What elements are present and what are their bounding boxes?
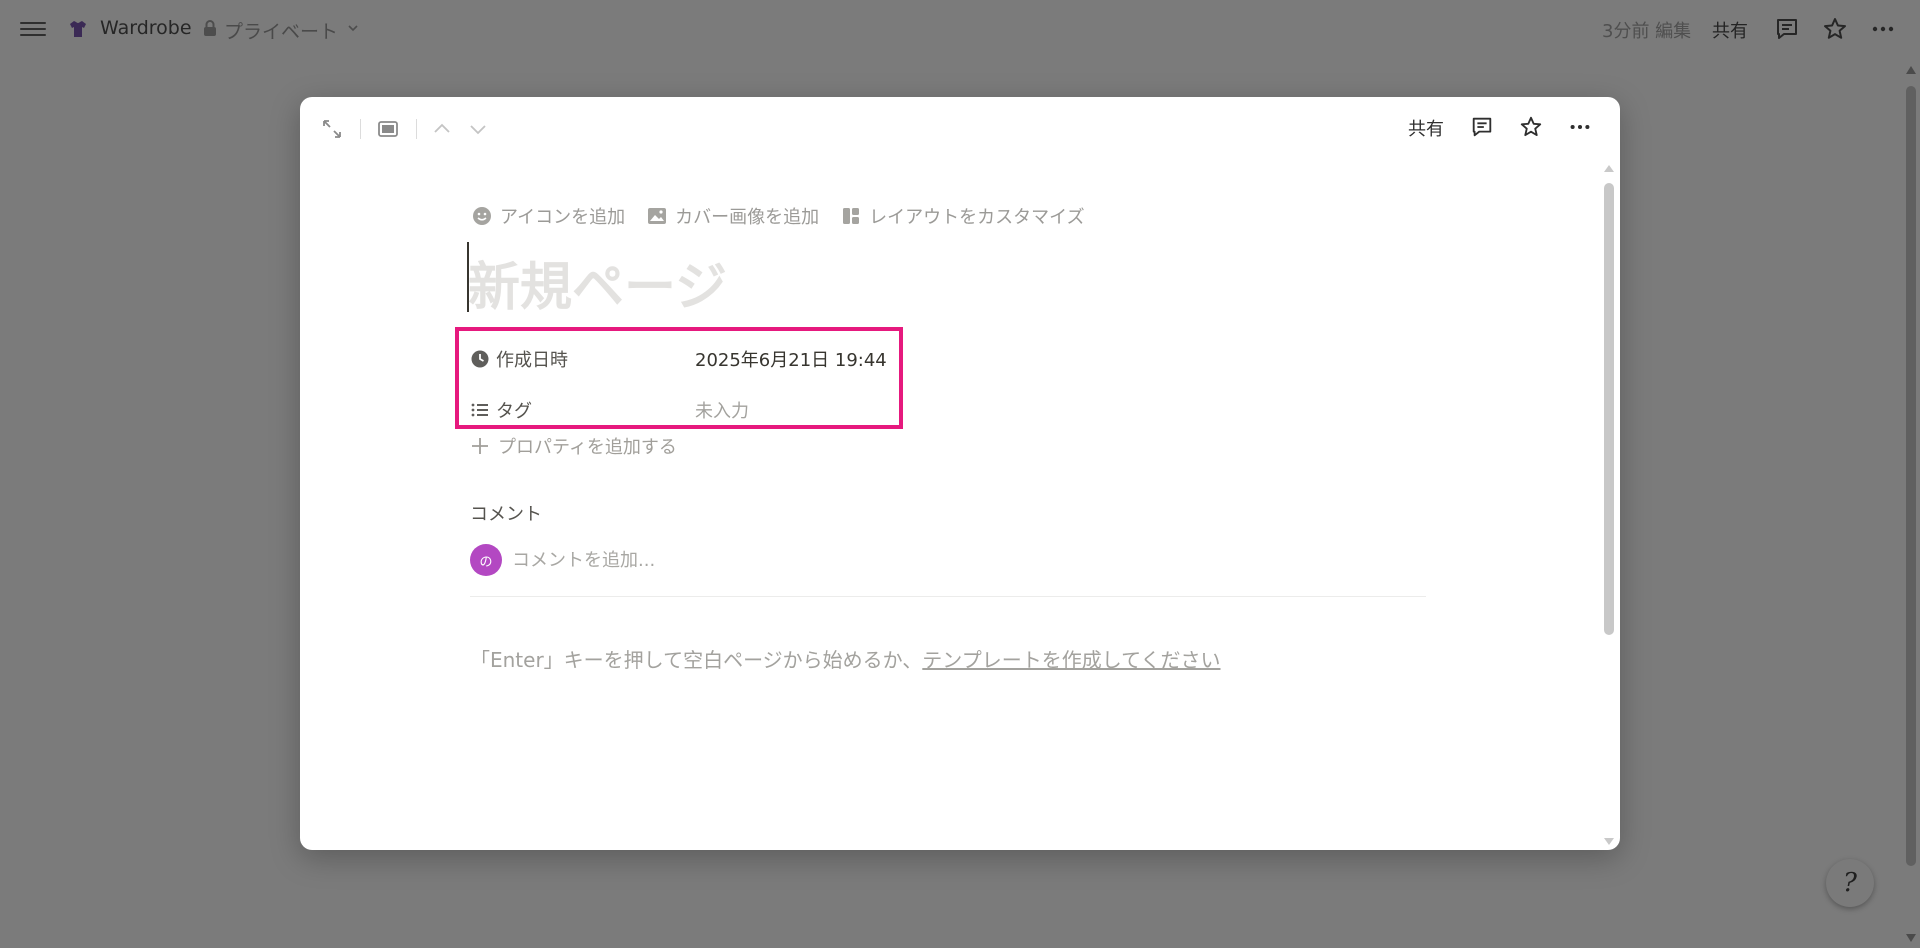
page-peek-modal: 共有 アイコンを追加 カバー画像を追加 レイアウトをカスタマイズ 新規ページ 作… xyxy=(300,97,1620,850)
property-value-empty[interactable]: 未入力 xyxy=(695,397,749,423)
smiley-icon xyxy=(473,207,491,225)
scroll-down-arrow[interactable] xyxy=(1906,934,1916,942)
comment-icon[interactable] xyxy=(1470,115,1494,139)
clock-icon xyxy=(471,350,489,368)
comment-icon[interactable] xyxy=(1774,16,1800,42)
image-icon xyxy=(648,208,667,224)
property-row-created-time[interactable]: 作成日時 2025年6月21日 19:44 xyxy=(470,341,887,377)
property-row-tags[interactable]: タグ 未入力 xyxy=(470,392,749,428)
avatar: の xyxy=(470,544,502,576)
property-label-text: 作成日時 xyxy=(496,350,568,371)
chevron-down-icon[interactable] xyxy=(466,117,490,141)
modal-scrollbar[interactable] xyxy=(1600,163,1618,847)
add-cover-label: カバー画像を追加 xyxy=(675,207,820,228)
add-property-button[interactable]: プロパティを追加する xyxy=(470,433,677,459)
list-icon xyxy=(471,403,488,417)
peek-mode-icon[interactable] xyxy=(376,117,400,141)
property-value[interactable]: 2025年6月21日 19:44 xyxy=(695,346,887,372)
expand-icon[interactable] xyxy=(320,117,344,141)
privacy-label[interactable]: プライベート xyxy=(224,17,338,44)
lock-icon xyxy=(204,20,216,36)
comment-composer: の xyxy=(470,544,1112,576)
customize-layout-button[interactable]: レイアウトをカスタマイズ xyxy=(841,203,1085,229)
menu-icon[interactable] xyxy=(20,18,46,40)
create-template-link[interactable]: テンプレートを作成してください xyxy=(922,648,1220,672)
tshirt-icon xyxy=(70,21,86,37)
scrollbar-thumb[interactable] xyxy=(1906,86,1916,866)
comment-input[interactable] xyxy=(512,549,1112,571)
comments-heading: コメント xyxy=(470,504,542,525)
help-button[interactable]: ? xyxy=(1826,859,1874,907)
more-icon[interactable] xyxy=(1568,115,1592,139)
customize-layout-label: レイアウトをカスタマイズ xyxy=(869,207,1085,228)
toolbar-divider xyxy=(416,119,417,139)
add-icon-button[interactable]: アイコンを追加 xyxy=(472,203,625,229)
page-title-input[interactable]: 新規ページ xyxy=(468,245,727,320)
scrollbar-thumb[interactable] xyxy=(1604,183,1614,635)
help-icon: ? xyxy=(1843,868,1857,898)
page-actions: アイコンを追加 カバー画像を追加 レイアウトをカスタマイズ xyxy=(472,203,1107,229)
plus-icon xyxy=(472,438,488,454)
top-bar: Wardrobe プライベート 3分前 編集 共有 xyxy=(0,0,1920,58)
star-icon[interactable] xyxy=(1519,115,1543,139)
toolbar-divider xyxy=(360,119,361,139)
add-cover-button[interactable]: カバー画像を追加 xyxy=(647,203,819,229)
divider xyxy=(470,596,1426,597)
modal-share-button[interactable]: 共有 xyxy=(1408,115,1444,141)
property-label-text: タグ xyxy=(496,401,532,422)
property-label[interactable]: 作成日時 xyxy=(470,346,695,372)
scroll-down-arrow[interactable] xyxy=(1604,838,1614,845)
layout-icon xyxy=(843,208,860,224)
more-icon[interactable] xyxy=(1870,16,1896,42)
star-icon[interactable] xyxy=(1822,16,1848,42)
property-label[interactable]: タグ xyxy=(470,397,695,423)
add-property-label: プロパティを追加する xyxy=(498,437,677,458)
workspace-name[interactable]: Wardrobe xyxy=(100,17,192,39)
chevron-down-icon[interactable] xyxy=(346,21,360,35)
page-scrollbar[interactable] xyxy=(1902,58,1920,948)
scroll-up-arrow[interactable] xyxy=(1906,66,1916,74)
edited-timestamp: 3分前 編集 xyxy=(1602,21,1692,42)
share-button[interactable]: 共有 xyxy=(1712,17,1748,43)
add-icon-label: アイコンを追加 xyxy=(500,207,626,228)
chevron-up-icon[interactable] xyxy=(430,117,454,141)
empty-page-hint: 「Enter」キーを押して空白ページから始めるか、テンプレートを作成してください xyxy=(470,644,1221,673)
scroll-up-arrow[interactable] xyxy=(1604,165,1614,172)
empty-hint-text: 「Enter」キーを押して空白ページから始めるか、 xyxy=(470,648,923,672)
